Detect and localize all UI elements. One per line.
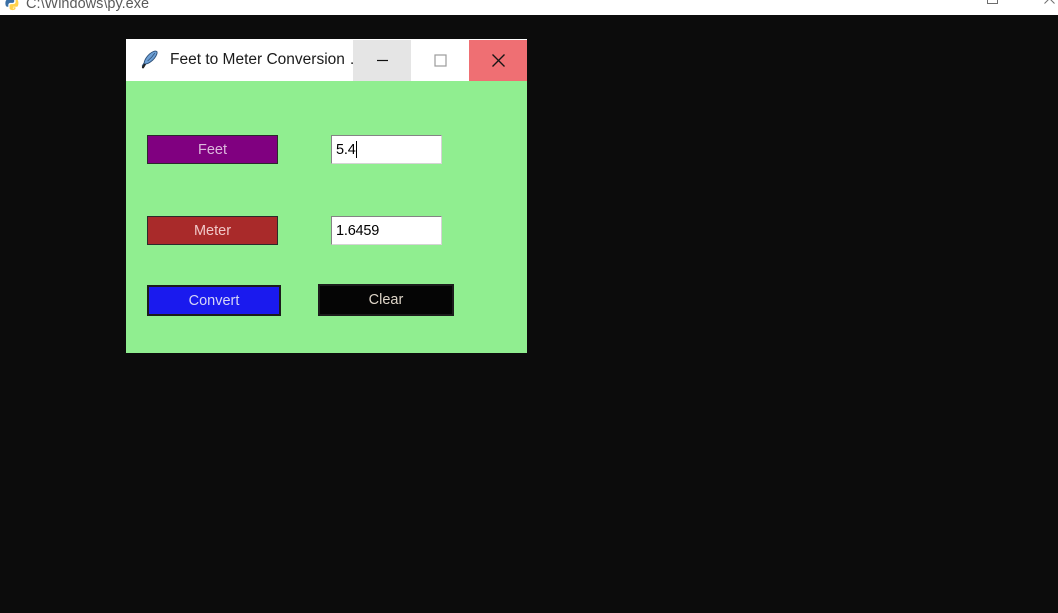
console-title-text: C:\Windows\py.exe bbox=[26, 0, 150, 12]
dialog-maximize-button[interactable] bbox=[411, 40, 469, 81]
meter-input[interactable]: 1.6459 bbox=[331, 216, 442, 245]
dialog-minimize-button[interactable] bbox=[353, 40, 411, 81]
maximize-icon bbox=[433, 54, 447, 67]
console-close-button[interactable] bbox=[1026, 0, 1058, 14]
convert-button[interactable]: Convert bbox=[147, 285, 281, 316]
minimize-icon bbox=[930, 0, 941, 4]
maximize-icon bbox=[986, 0, 998, 4]
close-icon bbox=[1043, 0, 1055, 4]
feet-to-meter-dialog: Feet to Meter Conversion … Feet 5.4 Mete… bbox=[126, 38, 527, 353]
tkinter-feather-icon bbox=[138, 49, 160, 71]
close-icon bbox=[491, 54, 505, 67]
console-titlebar[interactable]: C:\Windows\py.exe bbox=[0, 0, 1058, 15]
dialog-title-text: Feet to Meter Conversion … bbox=[170, 51, 365, 68]
python-logo-icon bbox=[3, 0, 20, 12]
console-maximize-button[interactable] bbox=[969, 0, 1015, 14]
feet-input-value: 5.4 bbox=[336, 141, 356, 158]
meter-input-value: 1.6459 bbox=[336, 222, 380, 239]
text-caret bbox=[355, 141, 357, 158]
dialog-client-area: Feet 5.4 Meter 1.6459 Convert Clear bbox=[126, 81, 527, 353]
feet-input[interactable]: 5.4 bbox=[331, 135, 442, 164]
feet-label: Feet bbox=[147, 135, 278, 164]
meter-label: Meter bbox=[147, 216, 278, 245]
dialog-close-button[interactable] bbox=[469, 40, 527, 81]
dialog-titlebar[interactable]: Feet to Meter Conversion … bbox=[126, 38, 527, 82]
clear-button[interactable]: Clear bbox=[318, 284, 454, 316]
console-minimize-button[interactable] bbox=[912, 0, 958, 14]
minimize-icon bbox=[376, 59, 388, 62]
